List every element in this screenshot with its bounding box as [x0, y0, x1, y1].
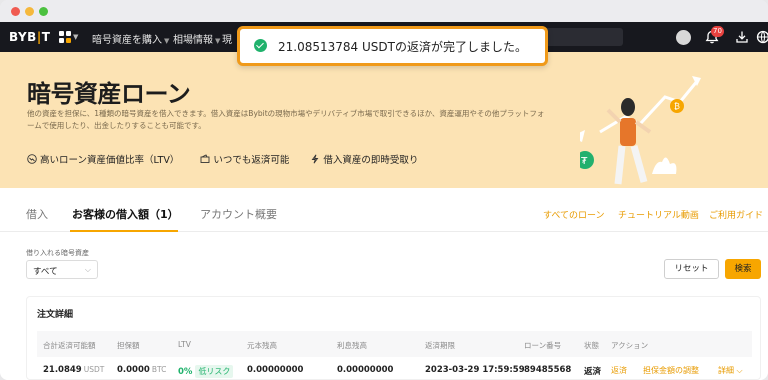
- coin-filter-value: すべて: [33, 267, 58, 277]
- feature-item-ltv: 高いローン資産価値比率（LTV）: [27, 152, 179, 166]
- minimize-window-button[interactable]: [25, 7, 34, 16]
- column-header: 合計返済可能額: [43, 341, 96, 350]
- check-circle-icon: [254, 39, 267, 52]
- tab-account-overview[interactable]: アカウント概要: [200, 206, 277, 222]
- window-titlebar: [0, 0, 768, 22]
- hero-banner: 暗号資産ローン 他の資産を担保に、1種類の暗号資産を借入できます。借入資産はBy…: [0, 52, 768, 188]
- column-header: 返済期限: [425, 341, 455, 350]
- svg-text:₮: ₮: [581, 156, 588, 167]
- table-header: 合計返済可能額 担保額 LTV 元本残高 利息残高 返済期限 ローン番号 状態 …: [37, 331, 752, 357]
- search-input[interactable]: [540, 28, 623, 46]
- risk-badge: 低リスク: [195, 365, 234, 378]
- nav-spot[interactable]: 現: [222, 31, 232, 46]
- apps-grid-icon[interactable]: [59, 31, 71, 43]
- chevron-down-icon: ▼: [73, 33, 79, 41]
- due-date-cell: 2023-03-29 17:59:59: [425, 365, 525, 375]
- details-link[interactable]: 詳細 ⌵: [718, 365, 743, 376]
- adjust-collateral-link[interactable]: 担保金額の調整: [643, 365, 699, 376]
- trend-down-icon: [27, 154, 37, 164]
- total-repay-cell: 21.0849 USDT: [43, 365, 105, 375]
- wallet-icon: [200, 154, 210, 163]
- notification-badge: 70: [711, 26, 724, 37]
- column-header: ローン番号: [524, 341, 562, 350]
- table-row: 21.0849 USDT 0.0000 BTC 0% 低リスク 0.00000000 …: [37, 357, 752, 380]
- column-header: 元本残高: [247, 341, 277, 350]
- main-content: 借入 お客様の借入額（1） アカウント概要 すべてのローン チュートリアル動画 …: [0, 188, 768, 380]
- download-icon[interactable]: [735, 30, 749, 44]
- active-tab-indicator: [70, 230, 178, 232]
- tab-borrow[interactable]: 借入: [26, 206, 48, 222]
- feature-item-instant: 借入資産の即時受取り: [310, 152, 418, 166]
- svg-text:₿: ₿: [674, 102, 680, 111]
- order-details-card: 注文詳細 合計返済可能額 担保額 LTV 元本残高 利息残高 返済期限 ローン番…: [26, 296, 761, 380]
- reset-button[interactable]: リセット: [664, 259, 719, 279]
- order-details-title: 注文詳細: [37, 310, 74, 320]
- chevron-down-icon: ⌵: [736, 366, 743, 375]
- browser-window: BYB|T ▼ 暗号資産を購入 ▼ 相場情報 ▼ 現 70 暗号資産ローン 他の資産…: [0, 0, 768, 380]
- repay-action-link[interactable]: 返済: [611, 365, 627, 376]
- status-cell: 返済: [584, 367, 602, 377]
- column-header: LTV: [178, 340, 191, 349]
- success-toast: 21.08513784 USDTの返済が完了しました。: [237, 26, 548, 66]
- page-title: 暗号資産ローン: [27, 80, 191, 108]
- loan-tabs: 借入 お客様の借入額（1） アカウント概要 すべてのローン チュートリアル動画 …: [0, 188, 768, 232]
- hero-description: 他の資産を担保に、1種類の暗号資産を借入できます。借入資産はBybitの現物市場…: [27, 109, 545, 130]
- feature-item-repay: いつでも返済可能: [200, 152, 289, 166]
- search-button[interactable]: 検索: [725, 259, 761, 279]
- maximize-window-button[interactable]: [39, 7, 48, 16]
- interest-cell: 0.00000000: [337, 365, 394, 375]
- chevron-down-icon: ⌵: [84, 265, 91, 274]
- globe-icon[interactable]: [756, 30, 768, 44]
- guide-link[interactable]: ご利用ガイド: [709, 208, 763, 221]
- collateral-cell: 0.0000 BTC: [117, 365, 167, 375]
- loan-number-cell: 89485568: [524, 365, 572, 375]
- coin-filter-select[interactable]: すべて ⌵: [26, 260, 98, 279]
- principal-cell: 0.00000000: [247, 365, 304, 375]
- lightning-icon: [311, 154, 319, 164]
- nav-buy-crypto[interactable]: 暗号資産を購入 ▼: [92, 31, 169, 46]
- close-window-button[interactable]: [11, 7, 20, 16]
- column-header: 利息残高: [337, 341, 367, 350]
- nav-markets[interactable]: 相場情報 ▼: [173, 31, 220, 46]
- hero-illustration: ₿ ₮: [580, 76, 701, 185]
- feature-list: 高いローン資産価値比率（LTV） いつでも返済可能 借入資産の即時受取り: [27, 152, 436, 166]
- coin-filter-label: 借り入れる暗号資産: [26, 249, 89, 257]
- all-loans-link[interactable]: すべてのローン: [543, 208, 605, 221]
- ltv-cell: 0% 低リスク: [178, 365, 234, 378]
- tab-my-loans[interactable]: お客様の借入額（1）: [72, 206, 179, 222]
- bybit-logo[interactable]: BYB|T: [9, 30, 50, 44]
- column-header: 状態: [584, 341, 599, 350]
- column-header: 担保額: [117, 341, 140, 350]
- toast-message: 21.08513784 USDTの返済が完了しました。: [278, 40, 527, 54]
- tutorial-link[interactable]: チュートリアル動画: [618, 208, 699, 221]
- avatar[interactable]: [676, 30, 691, 45]
- column-header: アクション: [611, 341, 649, 350]
